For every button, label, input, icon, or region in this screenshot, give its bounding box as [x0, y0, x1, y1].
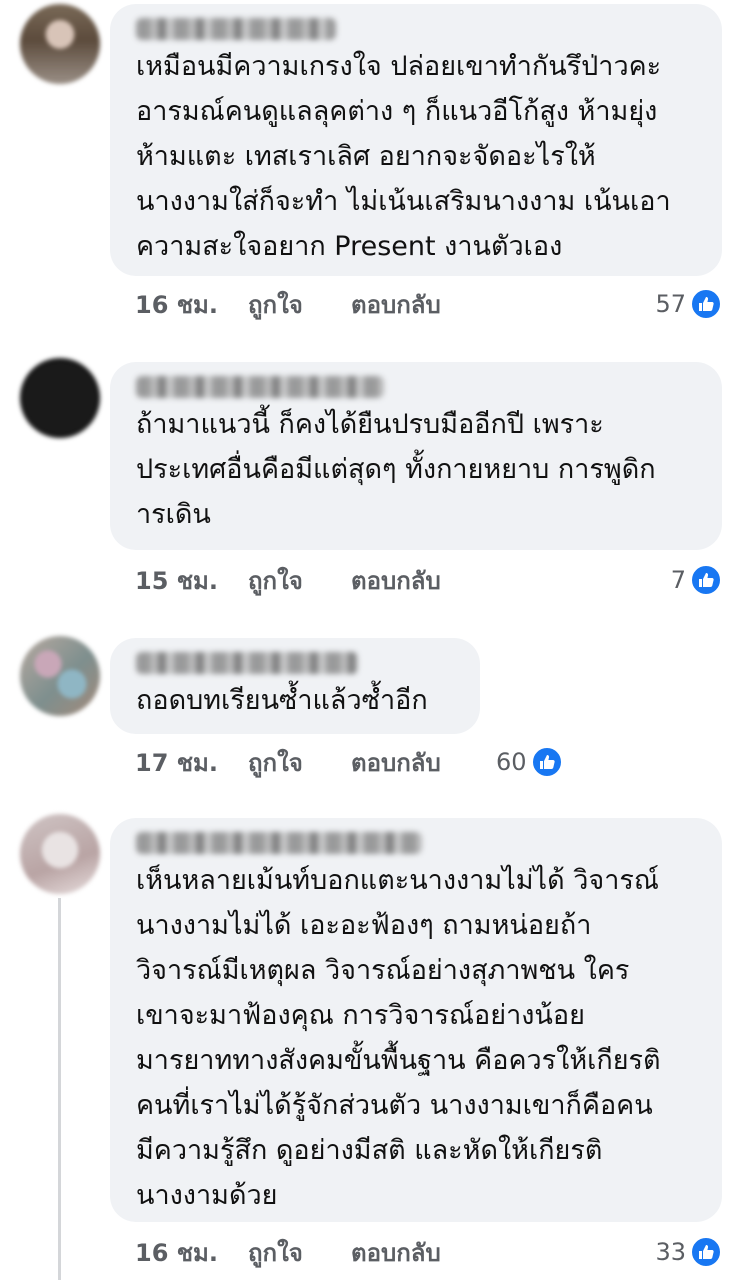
comment-timestamp[interactable]: 15 ชม. — [135, 561, 248, 600]
comment-text: เหมือนมีความเกรงใจ ปล่อยเขาทำกันรึป่าวคะ… — [136, 51, 671, 262]
comment-actions: 15 ชม. ถูกใจ ตอบกลับ — [135, 560, 441, 600]
comment-text: ถ้ามาแนวนี้ ก็คงได้ยืนปรบมืออีกปี เพราะ … — [136, 409, 656, 530]
comment-actions: 16 ชม. ถูกใจ ตอบกลับ — [135, 1232, 441, 1272]
comment-text: เห็นหลายเม้นท์บอกแตะนางงามไม่ได้ วิจารณ์… — [136, 865, 661, 1211]
avatar[interactable] — [20, 358, 100, 438]
like-button[interactable]: ถูกใจ — [248, 285, 351, 324]
commenter-name-blurred[interactable] — [136, 832, 422, 854]
like-button[interactable]: ถูกใจ — [248, 561, 351, 600]
commenter-name-blurred[interactable] — [136, 18, 336, 40]
thumbs-up-icon — [690, 288, 722, 320]
comment-bubble: ถ้ามาแนวนี้ ก็คงได้ยืนปรบมืออีกปี เพราะ … — [110, 362, 722, 550]
thumbs-up-icon — [690, 1236, 722, 1268]
reply-button[interactable]: ตอบกลับ — [351, 743, 441, 782]
like-button[interactable]: ถูกใจ — [248, 1233, 351, 1272]
reply-button[interactable]: ตอบกลับ — [351, 285, 441, 324]
comment-actions: 16 ชม. ถูกใจ ตอบกลับ — [135, 284, 441, 324]
like-button[interactable]: ถูกใจ — [248, 743, 351, 782]
reply-thread-line — [58, 898, 61, 1280]
avatar[interactable] — [20, 4, 100, 84]
reaction-count: 57 — [655, 290, 686, 318]
reply-button[interactable]: ตอบกลับ — [351, 561, 441, 600]
comment-timestamp[interactable]: 16 ชม. — [135, 285, 248, 324]
reaction-count: 7 — [670, 566, 686, 594]
comment-actions: 17 ชม. ถูกใจ ตอบกลับ — [135, 742, 441, 782]
comment-bubble: เห็นหลายเม้นท์บอกแตะนางงามไม่ได้ วิจารณ์… — [110, 818, 722, 1222]
comment-text: ถอดบทเรียนซ้ำแล้วซ้ำอีก — [136, 685, 428, 716]
avatar[interactable] — [20, 636, 100, 716]
thumbs-up-icon — [530, 746, 563, 778]
commenter-name-blurred[interactable] — [136, 652, 358, 674]
reaction-count: 60 — [496, 748, 527, 776]
reaction-count: 33 — [655, 1238, 686, 1266]
reaction-summary[interactable]: 60 — [496, 742, 563, 782]
comment-bubble: ถอดบทเรียนซ้ำแล้วซ้ำอีก — [110, 638, 480, 734]
reaction-summary[interactable]: 57 — [655, 284, 722, 324]
reaction-summary[interactable]: 7 — [671, 560, 722, 600]
reaction-summary[interactable]: 33 — [655, 1232, 722, 1272]
commenter-name-blurred[interactable] — [136, 376, 384, 398]
comment-timestamp[interactable]: 16 ชม. — [135, 1233, 248, 1272]
thumbs-up-icon — [690, 564, 722, 596]
reply-button[interactable]: ตอบกลับ — [351, 1233, 441, 1272]
comment-timestamp[interactable]: 17 ชม. — [135, 743, 248, 782]
comment-bubble: เหมือนมีความเกรงใจ ปล่อยเขาทำกันรึป่าวคะ… — [110, 4, 722, 276]
avatar[interactable] — [20, 814, 100, 894]
